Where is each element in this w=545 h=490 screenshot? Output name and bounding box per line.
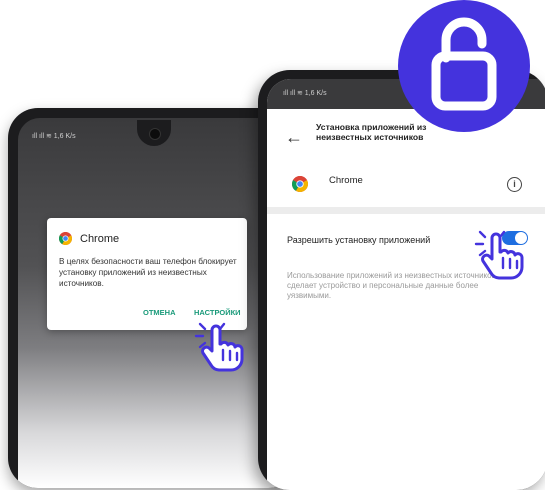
status-bar-signal: ıll ıll ≋ 1,6 K/s xyxy=(283,90,327,97)
dialog-message: В целях безопасности ваш телефон блокиру… xyxy=(59,257,237,288)
pointing-hand-icon xyxy=(194,322,244,372)
chrome-icon xyxy=(59,232,72,245)
lock-badge xyxy=(398,0,530,132)
info-icon[interactable]: i xyxy=(507,177,522,192)
cancel-button[interactable]: ОТМЕНА xyxy=(143,308,176,317)
chrome-icon xyxy=(292,176,308,192)
back-arrow-icon[interactable]: ← xyxy=(285,128,303,146)
right-phone-screen: ıll ıll ≋ 1,6 K/s ← Установка приложений… xyxy=(267,79,545,490)
unlocked-lock-icon xyxy=(431,17,497,111)
app-name: Chrome xyxy=(329,175,363,186)
pointing-hand-icon xyxy=(474,230,524,280)
dialog-header: Chrome xyxy=(59,232,119,245)
section-divider xyxy=(267,207,545,214)
dialog-app-name: Chrome xyxy=(80,232,120,245)
status-bar-signal: ıll ıll ≋ 1,6 K/s xyxy=(32,133,76,140)
allow-install-label: Разрешить установку приложений xyxy=(287,235,431,245)
right-phone: ıll ıll ≋ 1,6 K/s ← Установка приложений… xyxy=(258,70,545,490)
